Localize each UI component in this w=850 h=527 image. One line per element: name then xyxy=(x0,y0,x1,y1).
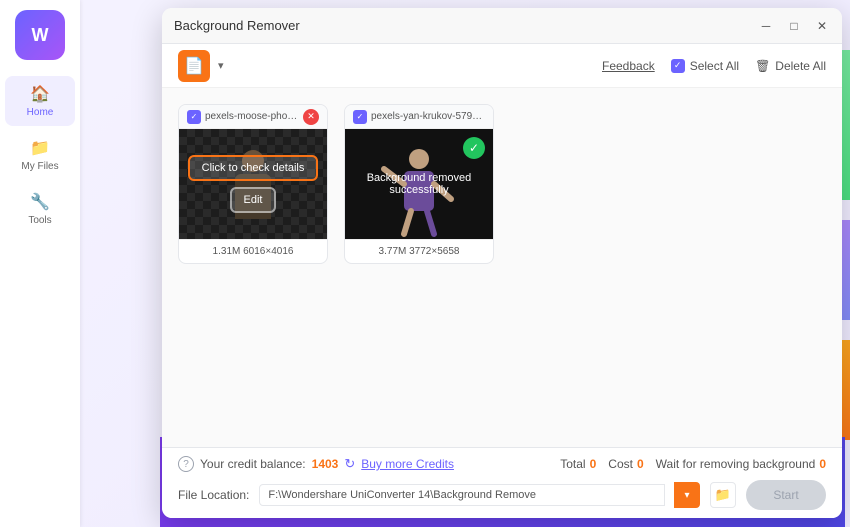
sidebar-item-tools[interactable]: 🔧 Tools xyxy=(5,184,75,234)
sidebar-item-label: My Files xyxy=(21,161,58,172)
delete-icon: 🗑 xyxy=(755,59,770,73)
credit-row: ? Your credit balance: 1403 ↻ Buy more C… xyxy=(178,456,826,472)
card-1-info: 1.31M 6016×4016 xyxy=(179,239,327,263)
app-logo: W xyxy=(15,10,65,60)
cost-value: 0 xyxy=(637,457,644,471)
image-card-1: ✓ pexels-moose-photos-10... ✕ xyxy=(178,104,328,264)
credit-right: Total 0 Cost 0 Wait for removing backgro… xyxy=(560,457,826,471)
card-2-file-info: 3.77M 3772×5658 xyxy=(379,246,460,257)
card-1-checkbox[interactable]: ✓ xyxy=(187,110,201,124)
file-row: File Location: F:\Wondershare UniConvert… xyxy=(178,480,826,510)
select-all-button[interactable]: ✓ Select All xyxy=(671,59,739,73)
wait-stat: Wait for removing background 0 xyxy=(656,457,826,471)
card-1-overlay: Click to check details Edit xyxy=(179,129,327,239)
card-2-header: ✓ pexels-yan-krukov-57930... xyxy=(345,105,493,129)
total-value: 0 xyxy=(590,457,597,471)
tools-icon: 🔧 xyxy=(30,192,50,212)
total-label: Total xyxy=(560,457,585,471)
dropdown-arrow[interactable]: ▾ xyxy=(218,59,224,72)
sidebar-item-home[interactable]: 🏠 Home xyxy=(5,76,75,126)
file-dropdown-button[interactable]: ▾ xyxy=(674,482,700,508)
close-button[interactable]: ✕ xyxy=(810,14,834,38)
wait-label: Wait for removing background xyxy=(656,457,816,471)
checkbox-icon: ✓ xyxy=(671,59,685,73)
maximize-button[interactable]: □ xyxy=(782,14,806,38)
card-2-info: 3.77M 3772×5658 xyxy=(345,239,493,263)
sidebar-item-myfiles[interactable]: 📁 My Files xyxy=(5,130,75,180)
start-button[interactable]: Start xyxy=(746,480,826,510)
feedback-button[interactable]: Feedback xyxy=(602,59,655,73)
card-2-preview: ✓ Background removed s xyxy=(345,129,493,239)
total-stat: Total 0 xyxy=(560,457,596,471)
credit-amount: 1403 xyxy=(312,457,339,471)
main-area: 📗 ›› ›› ›› ›› Background Remover ─ □ ✕ xyxy=(80,0,850,527)
card-1-file-info: 1.31M 6016×4016 xyxy=(213,246,294,257)
delete-all-label: Delete All xyxy=(775,59,826,73)
refresh-icon[interactable]: ↻ xyxy=(344,456,355,472)
sidebar-item-label: Home xyxy=(27,107,54,118)
toolbar-right: Feedback ✓ Select All 🗑 Delete All xyxy=(602,59,826,73)
files-icon: 📁 xyxy=(30,138,50,158)
image-card-2: ✓ pexels-yan-krukov-57930... ✓ xyxy=(344,104,494,264)
card-1-filename: pexels-moose-photos-10... xyxy=(205,111,299,122)
card-1-header: ✓ pexels-moose-photos-10... ✕ xyxy=(179,105,327,129)
success-text: Background removed successfully xyxy=(345,172,493,196)
card-1-preview: Click to check details Edit xyxy=(179,129,327,239)
check-details-button[interactable]: Click to check details xyxy=(188,155,319,181)
sidebar: W 🏠 Home 📁 My Files 🔧 Tools xyxy=(0,0,80,527)
background-remover-modal: Background Remover ─ □ ✕ 📄 ▾ Feedback xyxy=(162,8,842,518)
modal-bottombar: ? Your credit balance: 1403 ↻ Buy more C… xyxy=(162,447,842,518)
image-grid: ✓ pexels-moose-photos-10... ✕ xyxy=(178,104,826,264)
file-location-label: File Location: xyxy=(178,488,249,502)
buy-credits-link[interactable]: Buy more Credits xyxy=(361,457,454,471)
cost-label: Cost xyxy=(608,457,633,471)
cost-stat: Cost 0 xyxy=(608,457,643,471)
modal-content: ✓ pexels-moose-photos-10... ✕ xyxy=(162,88,842,447)
file-folder-button[interactable]: 📁 xyxy=(710,482,736,508)
credit-left: ? Your credit balance: 1403 ↻ Buy more C… xyxy=(178,456,454,472)
toolbar-left: 📄 ▾ xyxy=(178,50,224,82)
modal-title: Background Remover xyxy=(174,18,300,33)
modal-titlebar: Background Remover ─ □ ✕ xyxy=(162,8,842,44)
modal-toolbar: 📄 ▾ Feedback ✓ Select All 🗑 Delete All xyxy=(162,44,842,88)
window-controls: ─ □ ✕ xyxy=(754,14,834,38)
credit-label: Your credit balance: xyxy=(200,457,306,471)
edit-button[interactable]: Edit xyxy=(230,187,277,213)
add-files-icon: 📄 xyxy=(184,56,204,76)
delete-all-button[interactable]: 🗑 Delete All xyxy=(755,59,826,73)
home-icon: 🏠 xyxy=(30,84,50,104)
select-all-label: Select All xyxy=(690,59,739,73)
add-files-button[interactable]: 📄 xyxy=(178,50,210,82)
card-2-filename: pexels-yan-krukov-57930... xyxy=(371,111,485,122)
minimize-button[interactable]: ─ xyxy=(754,14,778,38)
wait-value: 0 xyxy=(819,457,826,471)
card-1-remove-button[interactable]: ✕ xyxy=(303,109,319,125)
success-check-icon: ✓ xyxy=(463,137,485,159)
sidebar-item-label: Tools xyxy=(28,215,51,226)
help-icon[interactable]: ? xyxy=(178,456,194,472)
file-path-display: F:\Wondershare UniConverter 14\Backgroun… xyxy=(259,484,665,506)
card-2-checkbox[interactable]: ✓ xyxy=(353,110,367,124)
